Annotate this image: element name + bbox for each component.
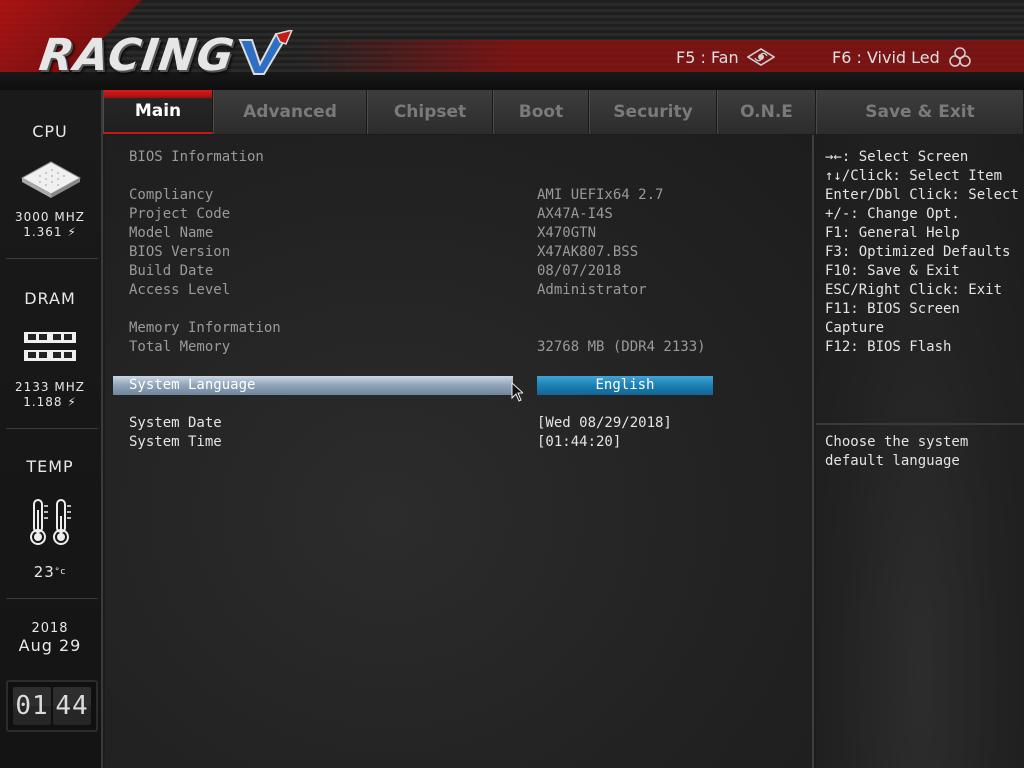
- dram-module-icon: [24, 332, 76, 361]
- cpu-chip-icon: [20, 161, 82, 198]
- system-date-field[interactable]: [Wed 08/29/2018]: [537, 414, 672, 433]
- help-key-line: F12: BIOS Flash: [825, 339, 952, 355]
- help-panel: →←: Select Screen ↑↓/Click: Select Item …: [816, 135, 1024, 768]
- bios-version-value: X47AK807.BSS: [537, 244, 639, 260]
- sidebar-divider: [6, 428, 98, 429]
- temp-value-row: 23°c: [0, 565, 100, 580]
- header-bar: RACING F5 : Fan F6 : Vivid Led: [0, 0, 1024, 90]
- cpu-voltage-row: 1.361 ⚡: [0, 225, 100, 240]
- mouse-pointer-icon: [511, 382, 523, 402]
- help-key-line: +/-: Change Opt.: [825, 206, 960, 222]
- digital-clock: 01 44: [6, 680, 98, 732]
- access-level-label: Access Level: [129, 282, 231, 298]
- help-key-line: F11: BIOS Screen: [825, 301, 960, 317]
- degree-celsius-icon: °c: [54, 567, 67, 577]
- help-key-line: F1: General Help: [825, 225, 960, 241]
- system-time-label[interactable]: System Time: [129, 433, 222, 452]
- total-memory-value: 32768 MB (DDR4 2133): [537, 339, 706, 355]
- tab-security[interactable]: Security: [589, 90, 717, 134]
- tab-boot[interactable]: Boot: [493, 90, 589, 134]
- help-key-line: F10: Save & Exit: [825, 263, 960, 279]
- model-name-label: Model Name: [129, 225, 214, 241]
- help-key-line: F3: Optimized Defaults: [825, 244, 1011, 260]
- dram-voltage: 1.188: [23, 395, 63, 409]
- dram-frequency: 2133 MHZ: [15, 380, 85, 394]
- sidebar-divider: [6, 258, 98, 259]
- memory-information-heading: Memory Information: [129, 320, 281, 336]
- help-key-line: ESC/Right Click: Exit: [825, 282, 1003, 298]
- access-level-value: Administrator: [537, 282, 647, 298]
- tab-save-exit[interactable]: Save & Exit: [816, 90, 1024, 134]
- system-language-select[interactable]: English: [537, 376, 713, 395]
- help-divider: [816, 423, 1024, 425]
- dram-voltage-row: 1.188 ⚡: [0, 395, 100, 410]
- tab-one[interactable]: O.N.E: [717, 90, 816, 134]
- build-date-value: 08/07/2018: [537, 263, 622, 279]
- voltage-bolt-icon: ⚡: [67, 395, 77, 409]
- date-month-day: Aug 29: [18, 636, 82, 655]
- tab-advanced[interactable]: Advanced: [213, 90, 367, 134]
- fan-hotkey-label: F5 : Fan: [676, 47, 739, 67]
- dram-title: DRAM: [24, 289, 76, 308]
- temp-value: 23: [33, 563, 55, 581]
- total-memory-label: Total Memory: [129, 339, 231, 355]
- project-code-label: Project Code: [129, 206, 231, 222]
- thermometer-icon: [30, 499, 71, 545]
- fan-icon: [746, 48, 775, 66]
- help-key-line: →←: Select Screen: [825, 149, 969, 165]
- bios-information-heading: BIOS Information: [129, 149, 264, 165]
- help-key-line: ↑↓/Click: Select Item: [825, 168, 1003, 184]
- model-name-value: X470GTN: [537, 225, 597, 241]
- racing-logo: RACING: [36, 30, 238, 81]
- date-year: 2018: [31, 621, 69, 636]
- tab-main[interactable]: Main: [103, 90, 213, 134]
- clock-hours: 01: [13, 687, 51, 725]
- racing-v-logo-icon: [238, 30, 293, 75]
- cpu-title: CPU: [32, 122, 68, 141]
- tab-chipset[interactable]: Chipset: [367, 90, 493, 134]
- cpu-frequency: 3000 MHZ: [15, 210, 85, 224]
- compliancy-value: AMI UEFIx64 2.7: [537, 187, 664, 203]
- main-tab-bar: Main Advanced Chipset Boot Security O.N.…: [103, 90, 1024, 134]
- system-status-sidebar: CPU 3000 MHZ 1.361 ⚡ DRAM 2133 MHZ 1.188…: [0, 90, 103, 768]
- system-date-label[interactable]: System Date: [129, 414, 222, 433]
- system-language-row[interactable]: System Language: [113, 376, 513, 395]
- fan-hotkey-button[interactable]: F5 : Fan: [676, 46, 775, 68]
- vivid-led-hotkey-label: F6 : Vivid Led: [832, 47, 940, 67]
- bios-version-label: BIOS Version: [129, 244, 231, 260]
- build-date-label: Build Date: [129, 263, 214, 279]
- voltage-bolt-icon: ⚡: [67, 225, 77, 239]
- led-icon: [949, 47, 971, 67]
- help-description-line: default language: [825, 453, 960, 469]
- compliancy-label: Compliancy: [129, 187, 214, 203]
- vivid-led-hotkey-button[interactable]: F6 : Vivid Led: [832, 46, 972, 68]
- project-code-value: AX47A-I4S: [537, 206, 613, 222]
- main-settings-panel: BIOS Information Compliancy AMI UEFIx64 …: [105, 135, 814, 768]
- help-key-line: Enter/Dbl Click: Select: [825, 187, 1019, 203]
- temp-title: TEMP: [26, 457, 74, 476]
- system-time-field[interactable]: [01:44:20]: [537, 433, 621, 452]
- help-key-line: Capture: [825, 320, 885, 336]
- sidebar-divider: [6, 598, 98, 599]
- help-description-line: Choose the system: [825, 434, 969, 450]
- clock-minutes: 44: [53, 687, 91, 725]
- cpu-voltage: 1.361: [23, 225, 63, 239]
